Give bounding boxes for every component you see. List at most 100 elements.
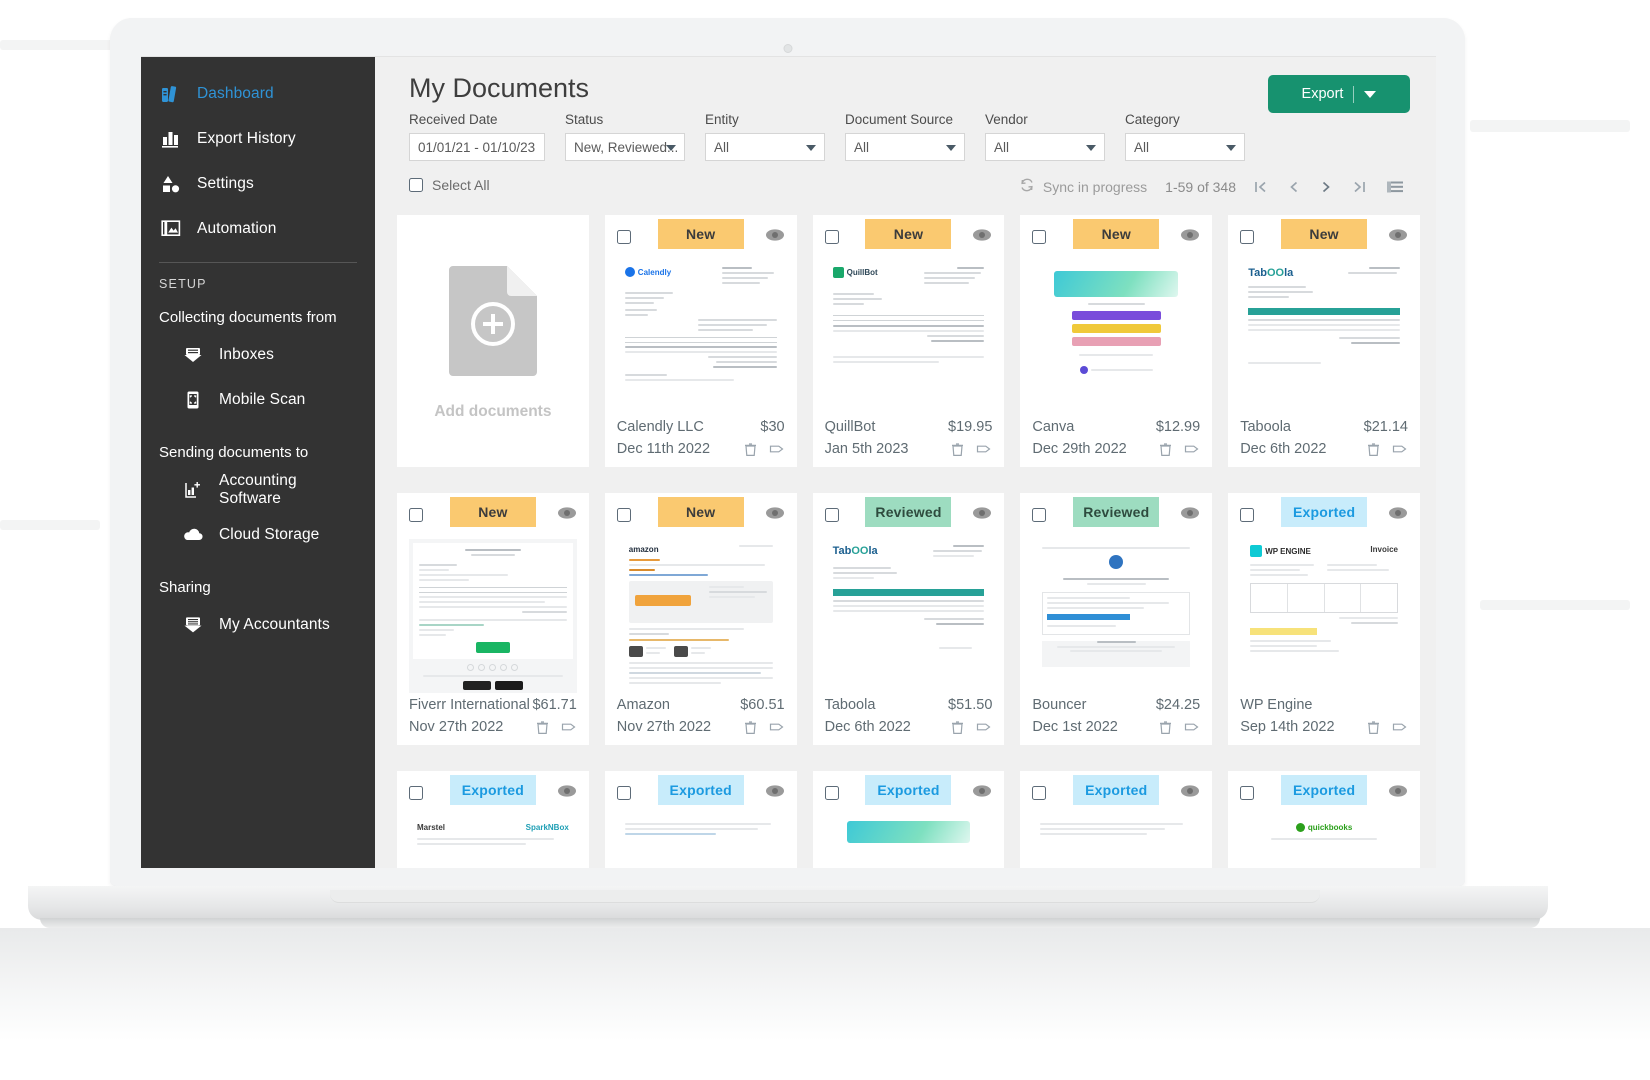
preview-eye-icon[interactable] — [765, 228, 785, 247]
delete-icon[interactable] — [1367, 442, 1380, 457]
preview-eye-icon[interactable] — [972, 506, 992, 525]
delete-icon[interactable] — [1367, 720, 1380, 735]
document-card[interactable]: Exported — [812, 771, 1005, 868]
first-page-button[interactable] — [1254, 179, 1268, 195]
card-checkbox[interactable] — [1240, 230, 1255, 244]
preview-eye-icon[interactable] — [972, 784, 992, 803]
delete-icon[interactable] — [744, 720, 757, 735]
next-page-button[interactable] — [1320, 179, 1332, 195]
tag-icon[interactable] — [1392, 720, 1408, 735]
card-checkbox[interactable] — [616, 508, 631, 522]
tag-icon[interactable] — [976, 442, 992, 457]
delete-icon[interactable] — [951, 442, 964, 457]
preview-eye-icon[interactable] — [1388, 506, 1408, 525]
status-select[interactable]: New, Reviewed... — [565, 133, 685, 161]
document-card[interactable]: Exported WP ENGINE Invoice WP Engine Sep… — [1228, 493, 1420, 745]
sidebar-item-dashboard[interactable]: Dashboard — [141, 75, 375, 113]
last-page-button[interactable] — [1352, 179, 1366, 195]
tag-icon[interactable] — [769, 442, 785, 457]
pagination-range: 1-59 of 348 — [1165, 178, 1236, 195]
list-view-toggle[interactable] — [1386, 179, 1404, 195]
document-card[interactable]: New TabOOla Taboola $21.14 Dec 6th 2022 — [1228, 215, 1420, 467]
card-checkbox[interactable] — [616, 786, 631, 800]
card-checkbox[interactable] — [616, 230, 631, 244]
document-card[interactable]: Exported Marstel SparkNBox — [397, 771, 589, 868]
document-card[interactable]: Reviewed TabOOla Taboola $51.50 Dec 6th … — [812, 493, 1005, 745]
delete-icon[interactable] — [1159, 720, 1172, 735]
preview-eye-icon[interactable] — [1388, 784, 1408, 803]
export-button[interactable]: Export — [1268, 75, 1410, 113]
sidebar-item-accounting-software[interactable]: Accounting Software — [141, 471, 375, 509]
document-card[interactable]: New amazon Amazon $60.51 Nov 27th 2022 — [604, 493, 797, 745]
vendor-select[interactable]: All — [985, 133, 1105, 161]
category-select[interactable]: All — [1125, 133, 1245, 161]
tag-icon[interactable] — [769, 720, 785, 735]
card-checkbox[interactable] — [824, 786, 839, 800]
tag-icon[interactable] — [1392, 442, 1408, 457]
document-date: Dec 6th 2022 — [1240, 441, 1327, 457]
amount: $30 — [760, 419, 785, 435]
card-checkbox[interactable] — [824, 508, 839, 522]
document-thumbnail: TabOOla — [1240, 261, 1408, 415]
received-date-input[interactable]: 01/01/21 - 01/10/23 — [409, 133, 545, 161]
preview-eye-icon[interactable] — [1180, 228, 1200, 247]
delete-icon[interactable] — [951, 720, 964, 735]
sidebar-item-my-accountants[interactable]: My Accountants — [141, 606, 375, 644]
document-card[interactable]: Reviewed Bouncer $24.25 Dec 1st 2022 — [1020, 493, 1213, 745]
entity-select[interactable]: All — [705, 133, 825, 161]
sidebar-item-cloud-storage[interactable]: Cloud Storage — [141, 516, 375, 554]
preview-eye-icon[interactable] — [1180, 784, 1200, 803]
sidebar-item-inboxes[interactable]: Inboxes — [141, 336, 375, 374]
cloud-upload-icon — [181, 523, 205, 547]
document-card[interactable]: Exported — [1020, 771, 1213, 868]
card-checkbox[interactable] — [409, 786, 423, 800]
sidebar-item-export-history[interactable]: Export History — [141, 120, 375, 158]
delete-icon[interactable] — [536, 720, 549, 735]
tag-icon[interactable] — [976, 720, 992, 735]
document-thumbnail — [1032, 817, 1201, 868]
card-checkbox[interactable] — [1240, 508, 1255, 522]
preview-eye-icon[interactable] — [972, 228, 992, 247]
chevron-down-icon[interactable] — [1364, 90, 1377, 98]
sidebar-item-settings[interactable]: Settings — [141, 165, 375, 203]
tag-icon[interactable] — [561, 720, 577, 735]
tag-icon[interactable] — [1184, 442, 1200, 457]
amount: $51.50 — [948, 697, 993, 713]
preview-eye-icon[interactable] — [765, 784, 785, 803]
card-checkbox[interactable] — [1240, 786, 1255, 800]
document-card[interactable]: Exported — [604, 771, 797, 868]
card-checkbox[interactable] — [1032, 786, 1047, 800]
preview-eye-icon[interactable] — [1180, 506, 1200, 525]
sidebar-item-mobile-scan[interactable]: Mobile Scan — [141, 381, 375, 419]
preview-eye-icon[interactable] — [557, 784, 577, 803]
document-card[interactable]: New — [397, 493, 589, 745]
card-footer: Canva $12.99 Dec 29th 2022 — [1020, 415, 1212, 467]
delete-icon[interactable] — [744, 442, 757, 457]
tag-icon[interactable] — [1184, 720, 1200, 735]
laptop-hinge-notch — [330, 890, 1320, 903]
card-checkbox[interactable] — [1032, 508, 1047, 522]
preview-eye-icon[interactable] — [765, 506, 785, 525]
document-date: Dec 1st 2022 — [1032, 719, 1118, 735]
document-card[interactable]: New Calendly Calendly LLC $30 Dec 11th 2… — [604, 215, 797, 467]
card-checkbox[interactable] — [409, 508, 423, 522]
select-all-label: Select All — [432, 177, 490, 193]
document-thumbnail: TabOOla — [824, 539, 993, 693]
document-card[interactable]: New — [1020, 215, 1213, 467]
document-card[interactable]: New QuillBot QuillBot $19.95 Jan 5th 202… — [812, 215, 1005, 467]
preview-eye-icon[interactable] — [1388, 228, 1408, 247]
delete-icon[interactable] — [1159, 442, 1172, 457]
previous-page-button[interactable] — [1288, 179, 1300, 195]
sidebar-item-label: Automation — [197, 220, 277, 237]
status-badge: Exported — [1281, 775, 1368, 805]
sidebar-item-automation[interactable]: Automation — [141, 210, 375, 248]
preview-eye-icon[interactable] — [557, 506, 577, 525]
sidebar-item-label: Cloud Storage — [219, 526, 320, 543]
card-checkbox[interactable] — [1032, 230, 1047, 244]
document-source-select[interactable]: All — [845, 133, 965, 161]
add-documents-card[interactable]: Add documents — [397, 215, 589, 467]
vendor-name: WP Engine — [1240, 697, 1313, 713]
sidebar: Dashboard Export History Settings Automa… — [141, 57, 375, 868]
card-checkbox[interactable] — [824, 230, 839, 244]
document-card[interactable]: Exported quickbooks — [1228, 771, 1420, 868]
